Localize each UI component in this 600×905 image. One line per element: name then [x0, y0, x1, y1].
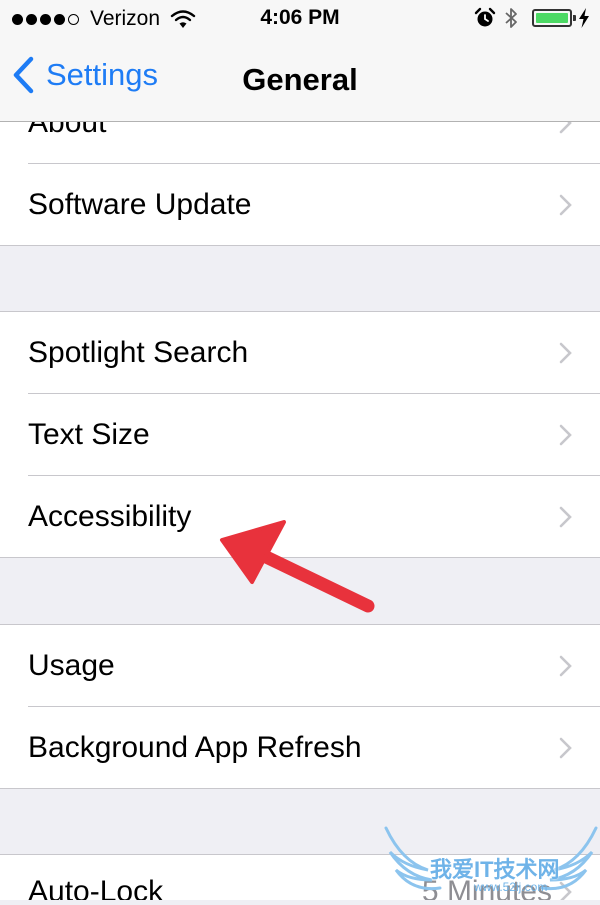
bluetooth-icon — [505, 8, 517, 28]
chevron-right-icon — [559, 655, 572, 677]
list-item-spotlight-search[interactable]: Spotlight Search — [0, 312, 600, 394]
chevron-right-icon — [559, 194, 572, 216]
list-item-label: Software Update — [28, 188, 252, 221]
list-item-label: Spotlight Search — [28, 336, 249, 369]
list-item-background-app-refresh[interactable]: Background App Refresh — [0, 707, 600, 789]
chevron-right-icon — [559, 737, 572, 759]
battery-level-fill — [536, 13, 568, 23]
chevron-right-icon — [559, 424, 572, 446]
group-border — [0, 788, 600, 789]
group-border — [0, 245, 600, 246]
list-item-label: Usage — [28, 649, 115, 682]
list-item-text-size[interactable]: Text Size — [0, 394, 600, 476]
list-item-software-update[interactable]: Software Update — [0, 164, 600, 246]
page-title: General — [242, 62, 358, 97]
status-bar: Verizon 4:06 PM — [0, 0, 600, 38]
watermark-logo: 我爱IT技术网 www.52ij.com — [382, 822, 600, 900]
list-item-label: Text Size — [28, 418, 150, 451]
alarm-icon — [474, 7, 496, 27]
charging-bolt-icon — [579, 8, 589, 28]
chevron-right-icon — [559, 506, 572, 528]
list-item-label: Background App Refresh — [28, 731, 362, 764]
annotation-arrow-icon — [220, 520, 375, 613]
battery-icon — [532, 9, 576, 27]
watermark-url: www.52ij.com — [474, 880, 548, 894]
list-item-usage[interactable]: Usage — [0, 625, 600, 707]
status-right — [474, 7, 590, 29]
list-item-label: Auto-Lock — [28, 875, 164, 900]
battery-nub — [573, 15, 576, 21]
list-item-label: Accessibility — [28, 500, 192, 533]
navigation-bar: Settings General — [0, 38, 600, 122]
chevron-right-icon — [559, 342, 572, 364]
